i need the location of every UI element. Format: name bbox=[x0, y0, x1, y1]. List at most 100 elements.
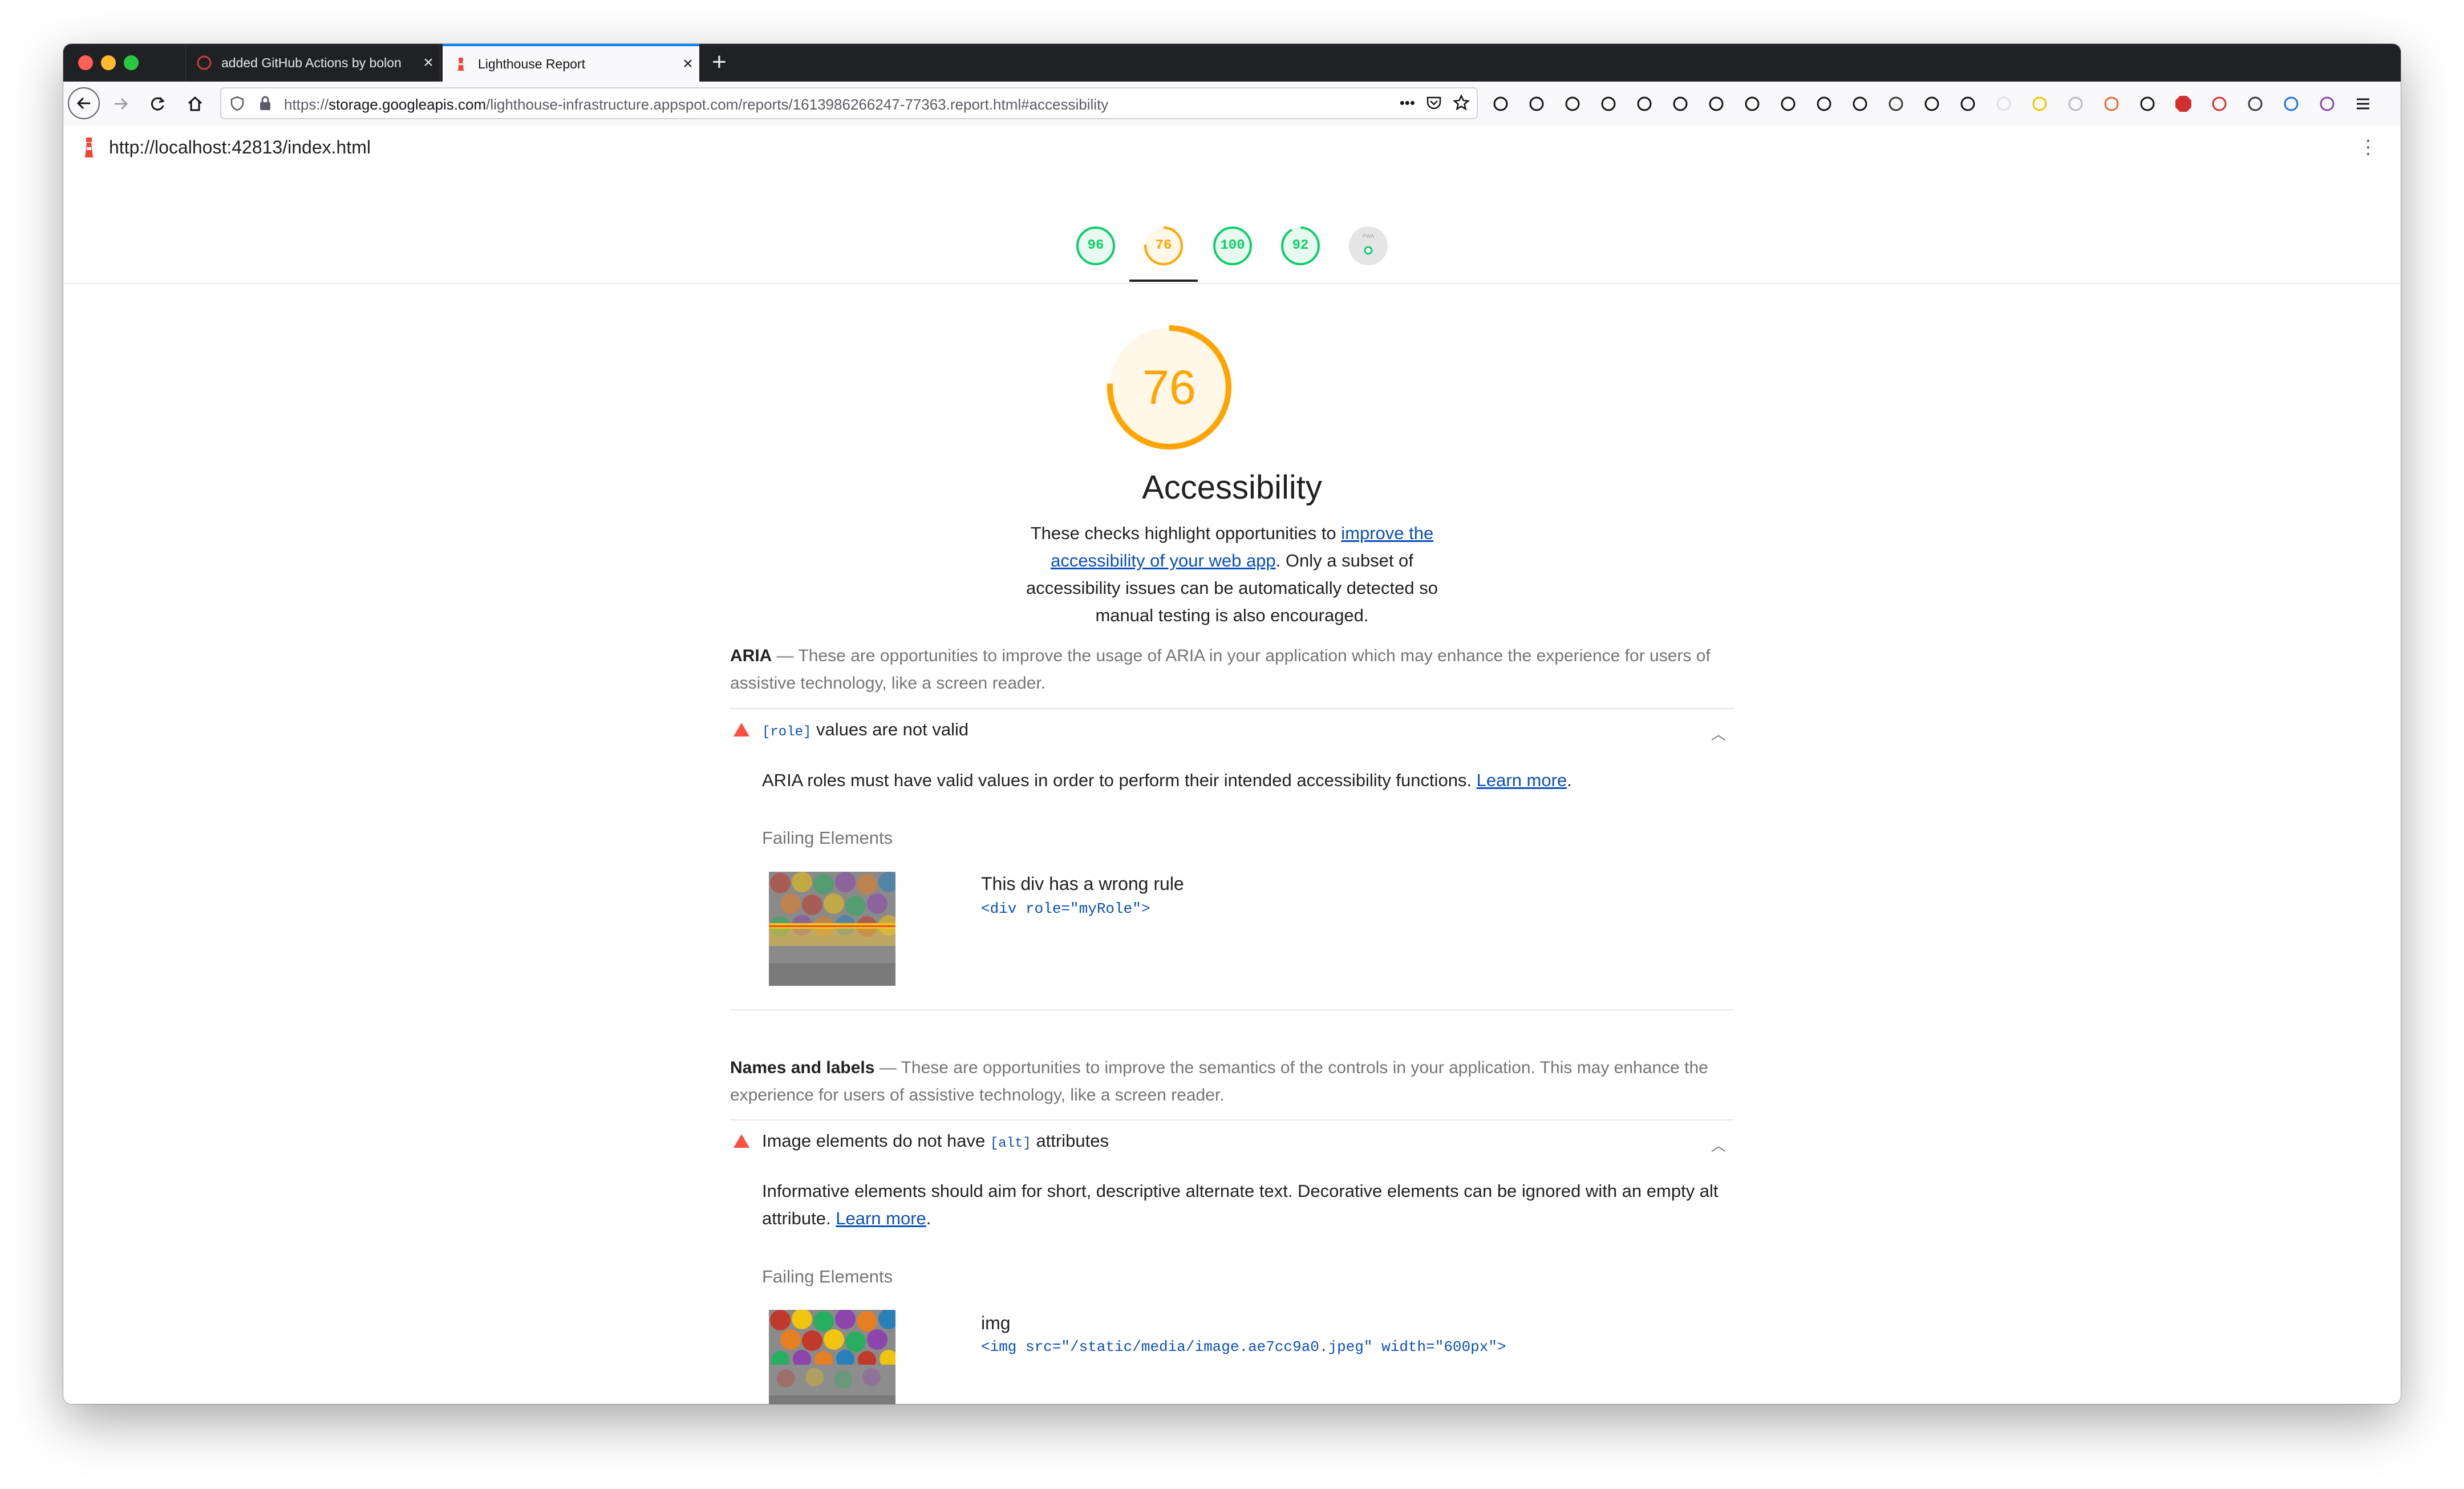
forward-button[interactable] bbox=[107, 90, 135, 118]
url-bar[interactable]: https://storage.googleapis.com/lighthous… bbox=[220, 87, 1478, 119]
learn-more-link[interactable]: Learn more bbox=[836, 1208, 926, 1228]
history-icon[interactable] bbox=[1563, 94, 1582, 114]
tab-github[interactable]: added GitHub Actions by bolon × bbox=[185, 44, 440, 82]
minimize-window-button[interactable] bbox=[101, 55, 116, 70]
navigation-toolbar: https://storage.googleapis.com/lighthous… bbox=[63, 82, 2401, 126]
url-scheme: https:// bbox=[284, 96, 329, 113]
drive-icon[interactable] bbox=[2246, 94, 2265, 114]
scissors-icon[interactable] bbox=[1671, 94, 1690, 114]
extension-icon[interactable] bbox=[2281, 94, 2301, 114]
report-topbar: http://localhost:42813/index.html ⋮ bbox=[63, 126, 2401, 169]
active-category-indicator bbox=[1129, 280, 1198, 282]
node-label: This div has a wrong rule bbox=[981, 873, 1184, 894]
cookie-icon[interactable] bbox=[2317, 94, 2337, 114]
shield-icon[interactable] bbox=[229, 95, 245, 115]
home-button[interactable] bbox=[181, 90, 209, 118]
audit-image-alt[interactable]: Image elements do not have [alt] attribu… bbox=[730, 1131, 1734, 1158]
back-arrow-icon bbox=[76, 97, 90, 110]
gauge-score: 96 bbox=[1087, 238, 1104, 253]
report-url: http://localhost:42813/index.html bbox=[109, 137, 371, 157]
url-bar-actions: ••• bbox=[1400, 94, 1470, 115]
node-label: img bbox=[981, 1313, 1011, 1333]
learn-more-link[interactable]: Learn more bbox=[1477, 770, 1567, 790]
gauge-best-practices[interactable]: 100 bbox=[1212, 225, 1253, 266]
failing-elements-label: Failing Elements bbox=[762, 1267, 893, 1286]
score-header: 96 76 100 92 PWA bbox=[63, 169, 2401, 284]
failing-elements-label: Failing Elements bbox=[762, 828, 893, 848]
battery-icon[interactable] bbox=[1742, 94, 1762, 114]
close-window-button[interactable] bbox=[78, 55, 93, 70]
home-icon bbox=[188, 96, 202, 111]
more-icon[interactable]: ••• bbox=[1400, 94, 1415, 115]
gauge-score: 92 bbox=[1292, 238, 1309, 253]
extension-icon[interactable] bbox=[1922, 94, 1942, 114]
crop-icon[interactable] bbox=[2102, 94, 2121, 114]
gauge-seo[interactable]: 92 bbox=[1280, 225, 1321, 266]
downloads-icon[interactable] bbox=[1599, 94, 1618, 114]
reload-button[interactable] bbox=[143, 90, 172, 118]
more-options-icon[interactable]: ⋮ bbox=[2358, 136, 2378, 159]
menu-icon[interactable] bbox=[2353, 94, 2373, 114]
gauge-performance[interactable]: 96 bbox=[1075, 225, 1116, 266]
close-tab-icon[interactable]: × bbox=[417, 53, 440, 72]
divider bbox=[730, 1119, 1734, 1120]
tab-lighthouse[interactable]: Lighthouse Report × bbox=[443, 44, 699, 82]
gauge-accessibility[interactable]: 76 bbox=[1143, 225, 1184, 266]
lighthouse-logo-icon bbox=[79, 136, 99, 161]
url-host: storage.googleapis.com bbox=[329, 96, 487, 113]
library-icon[interactable] bbox=[1778, 94, 1798, 114]
bookmark-star-icon[interactable] bbox=[1452, 94, 1470, 115]
tab-title: added GitHub Actions by bolon bbox=[221, 55, 402, 70]
extension-icon[interactable] bbox=[2030, 94, 2049, 114]
glasses-icon[interactable] bbox=[2138, 94, 2157, 114]
zoom-window-button[interactable] bbox=[124, 55, 139, 70]
lock-icon[interactable] bbox=[258, 95, 273, 115]
node-snippet: <div role="myRole"> bbox=[981, 900, 1150, 917]
group-aria-description: ARIA — These are opportunities to improv… bbox=[730, 646, 1711, 693]
lighthouse-favicon-icon bbox=[453, 56, 469, 72]
wrench-icon[interactable] bbox=[1527, 94, 1546, 114]
adblock-icon[interactable] bbox=[2174, 94, 2193, 114]
gauge-score: 100 bbox=[1220, 238, 1245, 253]
group-names-labels-description: Names and labels — These are opportuniti… bbox=[730, 1058, 1708, 1104]
fail-triangle-icon bbox=[733, 723, 749, 737]
github-favicon-icon bbox=[196, 55, 212, 71]
wordpress-icon[interactable] bbox=[2210, 94, 2229, 114]
tab-bar: added GitHub Actions by bolon × Lighthou… bbox=[63, 44, 2401, 82]
copy-icon[interactable] bbox=[1707, 94, 1726, 114]
extension-icon[interactable] bbox=[1994, 94, 2013, 114]
mask-icon[interactable] bbox=[1850, 94, 1870, 114]
audit-aria-roles[interactable]: [role] values are not valid ︿ bbox=[730, 719, 1734, 747]
pocket-icon[interactable] bbox=[1425, 94, 1442, 115]
category-score: 76 bbox=[1142, 361, 1196, 414]
back-button[interactable] bbox=[68, 87, 100, 119]
audit-description: ARIA roles must have valid values in ord… bbox=[762, 770, 1572, 790]
category-description: These checks highlight opportunities to … bbox=[1026, 523, 1438, 625]
new-tab-button[interactable]: + bbox=[702, 44, 736, 82]
extension-icon[interactable] bbox=[2066, 94, 2085, 114]
element-screenshot bbox=[769, 1310, 895, 1404]
divider bbox=[730, 708, 1734, 709]
chevron-up-icon[interactable]: ︿ bbox=[1711, 723, 1726, 744]
tab-title: Lighthouse Report bbox=[478, 56, 585, 71]
category-title: Accessibility bbox=[1142, 469, 1322, 506]
chevron-up-icon[interactable]: ︿ bbox=[1711, 1134, 1726, 1155]
settings-icon[interactable] bbox=[1635, 94, 1654, 114]
element-screenshot bbox=[769, 872, 895, 986]
url-text[interactable]: https://storage.googleapis.com/lighthous… bbox=[284, 96, 1108, 114]
search-icon[interactable] bbox=[1491, 94, 1510, 114]
sidebar-icon[interactable] bbox=[1814, 94, 1834, 114]
audit-description: Informative elements should aim for shor… bbox=[762, 1181, 1719, 1228]
divider bbox=[730, 1009, 1734, 1010]
extension-icon[interactable] bbox=[1958, 94, 1977, 114]
close-tab-icon[interactable]: × bbox=[676, 54, 699, 74]
fail-triangle-icon bbox=[733, 1134, 749, 1148]
gauge-pwa[interactable]: PWA bbox=[1348, 225, 1389, 266]
reload-icon bbox=[151, 96, 165, 111]
browser-window: added GitHub Actions by bolon × Lighthou… bbox=[63, 44, 2401, 1404]
forward-arrow-icon bbox=[115, 98, 128, 110]
node-snippet: <img src="/static/media/image.ae7cc9a0.j… bbox=[981, 1338, 1506, 1356]
puzzle-icon[interactable] bbox=[1886, 94, 1906, 114]
url-path: /lighthouse-infrastructure.appspot.com/r… bbox=[486, 96, 1109, 113]
gauge-score: PWA bbox=[1362, 233, 1375, 239]
